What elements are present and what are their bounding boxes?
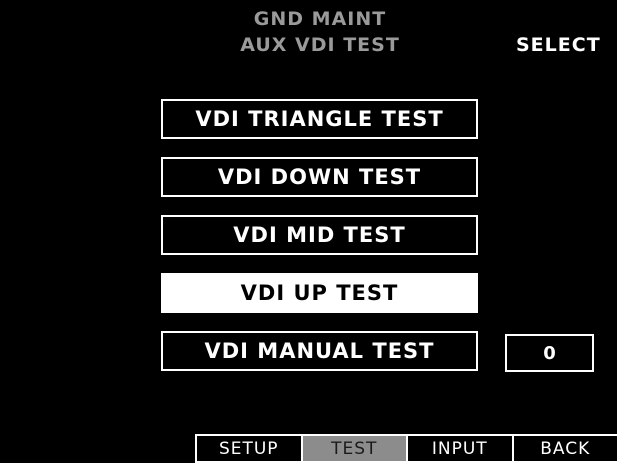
page-title-line1: GND MAINT — [253, 8, 387, 30]
softkey-bar: SETUP TEST INPUT BACK — [195, 434, 617, 463]
vdi-triangle-test-button[interactable]: VDI TRIANGLE TEST — [161, 99, 478, 139]
softkey-input[interactable]: INPUT — [406, 434, 514, 463]
softkey-test[interactable]: TEST — [300, 434, 408, 463]
vdi-mid-test-button[interactable]: VDI MID TEST — [161, 215, 478, 255]
softkey-setup[interactable]: SETUP — [195, 434, 303, 463]
manual-test-value-field[interactable]: 0 — [505, 334, 594, 372]
softkey-back[interactable]: BACK — [511, 434, 617, 463]
vdi-manual-test-button[interactable]: VDI MANUAL TEST — [161, 331, 478, 371]
mode-label: SELECT — [516, 34, 601, 56]
page-title-line2: AUX VDI TEST — [240, 34, 400, 56]
aux-vdi-test-screen: GND MAINT AUX VDI TEST SELECT VDI TRIANG… — [0, 0, 617, 463]
vdi-down-test-button[interactable]: VDI DOWN TEST — [161, 157, 478, 197]
vdi-up-test-button[interactable]: VDI UP TEST — [161, 273, 478, 313]
